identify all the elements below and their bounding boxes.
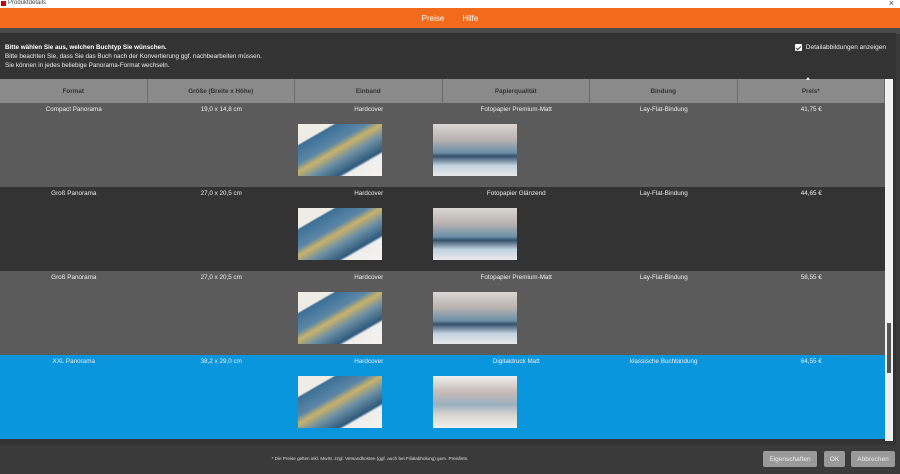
title-bar: Produktdetails × <box>0 0 900 8</box>
cell-format: XXL Panorama <box>52 358 95 365</box>
cell-size: 27,0 x 20,5 cm <box>200 190 242 197</box>
cover-image <box>298 376 382 428</box>
window-title: Produktdetails <box>8 0 47 6</box>
table-row[interactable]: XXL Panorama 38,2 x 29,0 cm Hardcover Digit… <box>0 355 885 439</box>
scrollbar-thumb[interactable] <box>887 323 891 373</box>
checkbox-checked-icon[interactable] <box>794 44 802 51</box>
intro-line: Bitte beachten Sie, dass Sie das Buch na… <box>5 53 262 60</box>
cell-binding: Lay-Flat-Bindung <box>639 106 688 113</box>
table-row[interactable]: Groß Panorama 27,0 x 20,5 cm Hardcover Foto… <box>0 187 885 271</box>
cell-price: 44,65 € <box>800 190 822 197</box>
table-row[interactable]: Compact Panorama 19,0 x 14,8 cm Hardcover F… <box>0 103 885 187</box>
menu-preise[interactable]: Preise <box>422 14 445 23</box>
column-header[interactable]: Größe (Breite x Höhe) <box>148 79 295 103</box>
content-panel: Bitte wählen Sie aus, welchen Buchtyp Si… <box>0 33 896 445</box>
menu-hilfe[interactable]: Hilfe <box>462 14 478 23</box>
cell-binding: klassische Buchbindung <box>629 358 698 365</box>
paper-image <box>433 124 517 176</box>
cover-image <box>298 292 382 344</box>
cover-image <box>298 124 382 176</box>
menu-bar: Preise Hilfe <box>0 8 900 28</box>
column-header[interactable]: Einband <box>295 79 443 103</box>
scrollbar[interactable] <box>885 79 893 441</box>
cell-size: 19,0 x 14,8 cm <box>200 106 242 113</box>
cell-format: Groß Panorama <box>51 190 97 197</box>
close-icon[interactable]: × <box>889 0 894 8</box>
column-header[interactable]: Preis* <box>738 79 885 103</box>
cell-format: Compact Panorama <box>45 106 102 113</box>
product-table: Format Größe (Breite x Höhe) Einband Pap… <box>0 79 885 439</box>
intro-text: Bitte wählen Sie aus, welchen Buchtyp Si… <box>5 43 262 70</box>
properties-button[interactable]: Eigenschaften <box>763 451 817 467</box>
column-header[interactable]: Bindung <box>590 79 738 103</box>
cell-format: Groß Panorama <box>51 274 97 281</box>
cell-size: 38,2 x 29,0 cm <box>200 358 242 365</box>
cover-image <box>298 208 382 260</box>
detail-images-toggle[interactable]: Detailabbildungen anzeigen <box>794 44 886 51</box>
app-icon <box>1 1 6 6</box>
price-footnote: * Die Preise gelten inkl. MwSt. zzgl. Ve… <box>271 456 469 461</box>
table-row[interactable]: Groß Panorama 27,0 x 20,5 cm Hardcover Foto… <box>0 271 885 355</box>
ok-button[interactable]: OK <box>824 451 845 467</box>
paper-image <box>433 208 517 260</box>
column-header[interactable]: Papierqualität <box>443 79 590 103</box>
table-header: Format Größe (Breite x Höhe) Einband Pap… <box>0 79 885 103</box>
cell-price: 58,55 € <box>800 274 822 281</box>
intro-line: Sie können in jedes beliebige Panorama-F… <box>5 62 170 69</box>
cell-binding: Lay-Flat-Bindung <box>639 274 688 281</box>
paper-image <box>433 376 517 428</box>
cell-price: 41,75 € <box>800 106 822 113</box>
cell-price: 64,55 € <box>800 358 822 365</box>
sort-ascending-icon <box>806 77 810 80</box>
cell-size: 27,0 x 20,5 cm <box>200 274 242 281</box>
paper-image <box>433 292 517 344</box>
cancel-button[interactable]: Abbrechen <box>851 451 895 467</box>
column-header[interactable]: Format <box>0 79 148 103</box>
intro-heading: Bitte wählen Sie aus, welchen Buchtyp Si… <box>5 44 167 51</box>
detail-images-label: Detailabbildungen anzeigen <box>805 44 886 51</box>
cell-binding: Lay-Flat-Bindung <box>639 190 688 197</box>
